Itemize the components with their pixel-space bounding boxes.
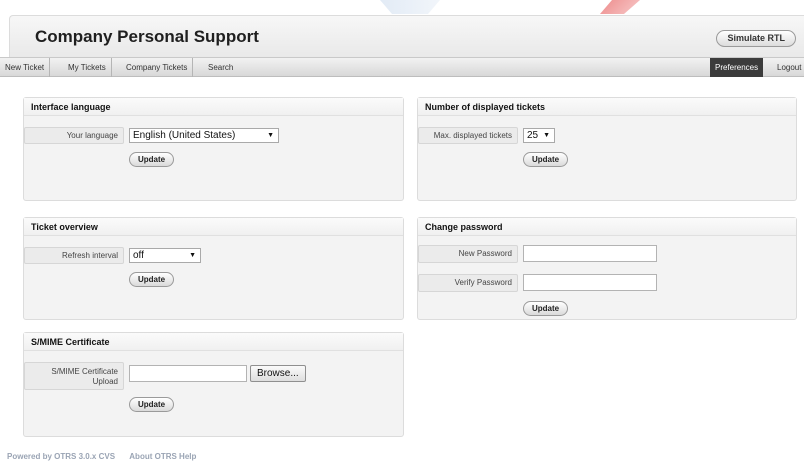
nav-item-preferences[interactable]: Preferences [710,58,764,77]
smime-upload-field[interactable] [129,365,247,382]
nav-item-my-tickets[interactable]: My Tickets [63,58,112,77]
panel-title: Interface language [24,98,403,116]
nav-item-company-tickets[interactable]: Company Tickets [121,58,194,77]
chevron-down-icon: ▼ [189,252,196,259]
field-label: Your language [24,127,124,144]
panel-title: Number of displayed tickets [418,98,796,116]
nav-item-new-ticket[interactable]: New Ticket [0,58,51,77]
refresh-interval-select-value: off [133,250,144,261]
panel-title: Change password [418,218,796,236]
displayed-tickets-panel: Number of displayed tickets Max. display… [417,97,797,201]
update-button[interactable]: Update [129,397,175,412]
max-tickets-select[interactable]: 25 ▼ [523,128,555,143]
panel-title: S/MIME Certificate [24,333,403,351]
field-label: Refresh interval [24,247,124,264]
nav-item-logout[interactable]: Logout [772,58,804,77]
panel-title: Ticket overview [24,218,403,236]
language-select[interactable]: English (United States) ▼ [129,128,279,143]
new-password-field[interactable] [523,245,657,262]
update-button[interactable]: Update [129,272,175,287]
browse-button[interactable]: Browse... [250,365,306,382]
interface-language-panel: Interface language Your language English… [23,97,404,201]
field-label: S/MIME Certificate Upload [24,362,124,390]
field-label: Max. displayed tickets [418,127,518,144]
language-select-value: English (United States) [133,130,236,141]
chevron-down-icon: ▼ [267,132,274,139]
page-title: Company Personal Support [35,27,259,46]
ticket-overview-panel: Ticket overview Refresh interval off ▼ U… [23,217,404,320]
field-label: Verify Password [418,274,518,292]
update-button[interactable]: Update [523,301,569,316]
simulate-rtl-button[interactable]: Simulate RTL [716,30,796,47]
smime-certificate-panel: S/MIME Certificate S/MIME Certificate Up… [23,332,404,437]
verify-password-field[interactable] [523,274,657,291]
update-button[interactable]: Update [129,152,175,167]
update-button[interactable]: Update [523,152,569,167]
max-tickets-select-value: 25 [527,130,539,141]
title-bar: Company Personal Support Simulate RTL [9,15,804,57]
footer: Powered by OTRS 3.0.x CVS About OTRS Hel… [7,452,196,461]
change-password-panel: Change password New Password Verify Pass… [417,217,797,320]
nav-item-search[interactable]: Search [203,58,238,77]
about-link[interactable]: About OTRS Help [129,452,196,461]
refresh-interval-select[interactable]: off ▼ [129,248,201,263]
main-navigation: New Ticket My Tickets Company Tickets Se… [0,57,804,77]
chevron-down-icon: ▼ [543,132,550,139]
field-label: New Password [418,245,518,263]
powered-by-link[interactable]: Powered by OTRS 3.0.x CVS [7,452,115,461]
